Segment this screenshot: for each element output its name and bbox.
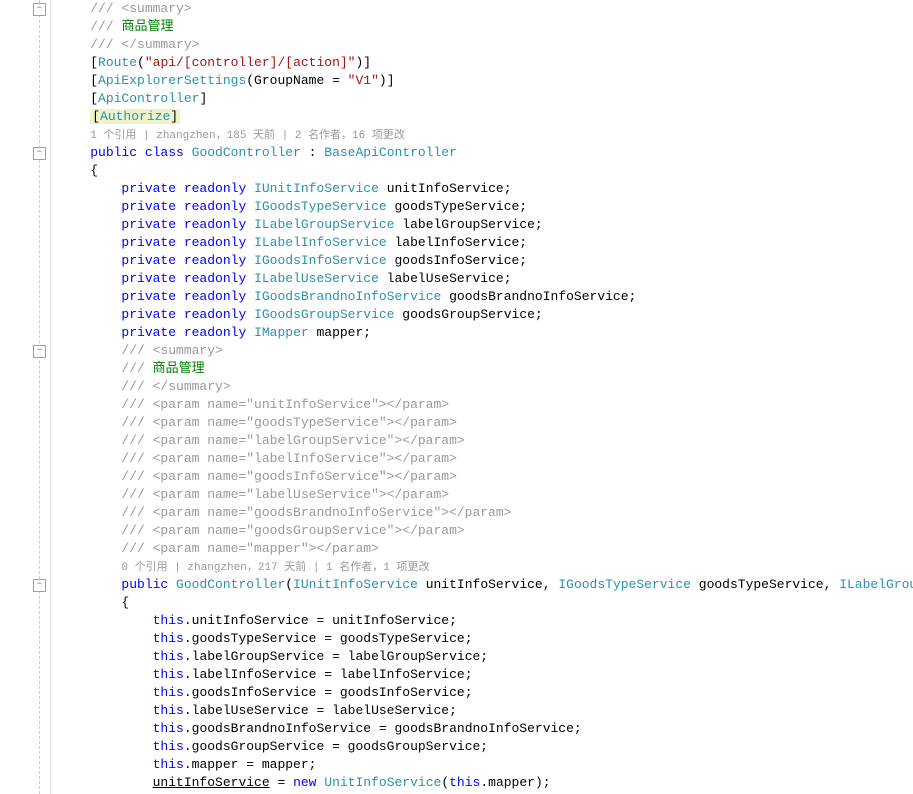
fold-minus-icon[interactable]: −: [33, 345, 46, 358]
code-editor[interactable]: − − − − /// <summary> /// 商品管理 /// </sum…: [0, 0, 913, 794]
fold-gutter: − − − −: [0, 0, 51, 794]
code-area[interactable]: /// <summary> /// 商品管理 /// </summary> [R…: [51, 0, 913, 794]
fold-minus-icon[interactable]: −: [33, 579, 46, 592]
fold-minus-icon[interactable]: −: [33, 147, 46, 160]
fold-minus-icon[interactable]: −: [33, 3, 46, 16]
